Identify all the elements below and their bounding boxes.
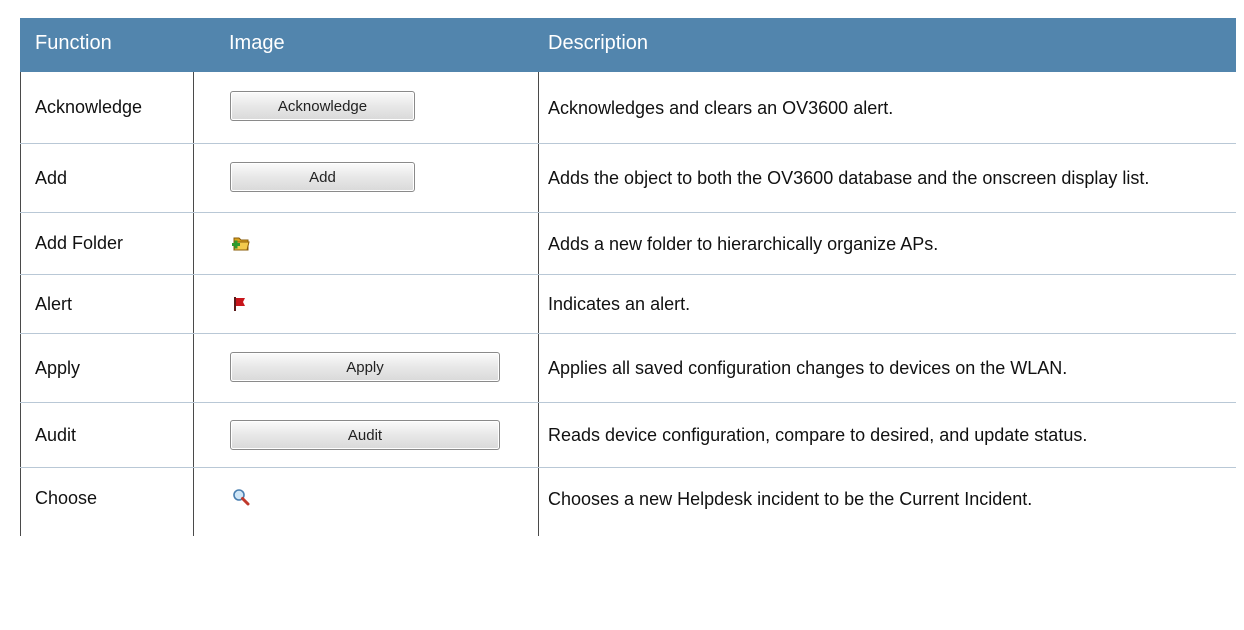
image-cell: Apply: [193, 334, 539, 402]
description-cell: Adds the object to both the OV3600 datab…: [538, 144, 1236, 212]
apply-button[interactable]: Apply: [230, 352, 500, 382]
function-cell: Alert: [20, 275, 193, 333]
add-folder-icon[interactable]: [231, 233, 251, 253]
image-cell: [193, 213, 539, 274]
table-header: Function Image Description: [20, 18, 1236, 72]
magnifier-icon[interactable]: [232, 488, 250, 506]
description-cell: Acknowledges and clears an OV3600 alert.: [538, 72, 1236, 143]
table-row: Alert Indicates an alert.: [20, 275, 1236, 334]
table-row: Audit Audit Reads device configuration, …: [20, 403, 1236, 468]
table-row: Acknowledge Acknowledge Acknowledges and…: [20, 72, 1236, 144]
red-flag-icon: [234, 297, 245, 311]
description-cell: Reads device configuration, compare to d…: [538, 403, 1236, 467]
header-function: Function: [35, 32, 112, 54]
function-cell: Acknowledge: [20, 72, 193, 143]
function-cell: Audit: [20, 403, 193, 467]
image-cell: Acknowledge: [193, 72, 539, 143]
description-cell: Adds a new folder to hierarchically orga…: [538, 213, 1236, 274]
function-cell: Add Folder: [20, 213, 193, 274]
image-cell: [193, 275, 539, 333]
function-cell: Add: [20, 144, 193, 212]
header-description: Description: [548, 32, 649, 54]
image-cell: Add: [193, 144, 539, 212]
description-cell: Indicates an alert.: [538, 275, 1236, 333]
table-row: Add Add Adds the object to both the OV36…: [20, 144, 1236, 213]
table-row: Apply Apply Applies all saved configurat…: [20, 334, 1236, 403]
add-button[interactable]: Add: [230, 162, 415, 192]
audit-button[interactable]: Audit: [230, 420, 500, 450]
description-cell: Chooses a new Helpdesk incident to be th…: [538, 468, 1236, 536]
table-row: Add Folder Adds a new folder to hierarch…: [20, 213, 1236, 275]
function-cell: Apply: [20, 334, 193, 402]
image-cell: Audit: [193, 403, 539, 467]
table-row: Choose Chooses a new Helpdesk incident t…: [20, 468, 1236, 536]
description-cell: Applies all saved configuration changes …: [538, 334, 1236, 402]
button-reference-table: Function Image Description Acknowledge A…: [20, 18, 1236, 536]
image-cell: [193, 468, 539, 536]
acknowledge-button[interactable]: Acknowledge: [230, 91, 415, 121]
function-cell: Choose: [20, 468, 193, 536]
header-image: Image: [229, 32, 285, 54]
